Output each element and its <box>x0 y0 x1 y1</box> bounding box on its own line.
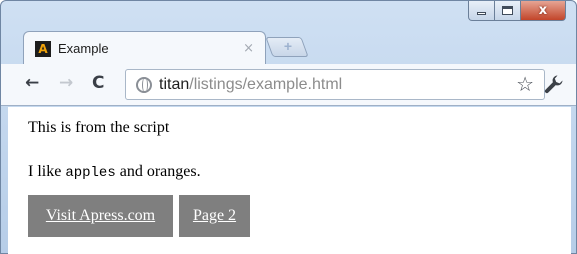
reload-icon[interactable]: C <box>92 75 104 92</box>
fruit-sentence: I like apples and oranges. <box>28 163 201 181</box>
close-window-button[interactable]: x <box>521 1 566 21</box>
globe-icon <box>136 77 152 93</box>
minimize-icon <box>477 12 486 15</box>
forward-arrow-icon[interactable]: → <box>59 75 73 92</box>
page-2-link[interactable]: Page 2 <box>179 195 250 237</box>
maximize-icon <box>502 6 513 15</box>
toolbar: ← → C titan/listings/example.html ☆ <box>1 64 576 106</box>
browser-window: x A Example × + ← → C titan/listings/exa… <box>0 0 577 254</box>
tab-example[interactable]: A Example × <box>23 31 266 65</box>
favicon-a-icon: A <box>35 40 51 57</box>
page-content: This is from the script I like apples an… <box>8 107 571 254</box>
address-bar[interactable]: titan/listings/example.html ☆ <box>125 69 545 100</box>
favicon-letter: A <box>38 41 48 56</box>
script-text: This is from the script <box>28 119 170 136</box>
code-apples: apples <box>65 165 116 181</box>
window-controls: x <box>468 1 566 21</box>
visit-apress-link[interactable]: Visit Apress.com <box>28 195 173 237</box>
new-tab-icon: + <box>283 38 293 54</box>
close-window-icon: x <box>538 3 548 18</box>
sentence-start: I like <box>28 163 66 180</box>
star-icon[interactable]: ☆ <box>516 74 534 94</box>
wrench-icon[interactable] <box>543 73 565 95</box>
url-host: titan <box>159 76 190 93</box>
back-arrow-icon[interactable]: ← <box>25 75 39 92</box>
maximize-button[interactable] <box>495 1 521 21</box>
url-text: titan/listings/example.html <box>159 76 342 94</box>
sentence-end: and oranges. <box>115 163 201 180</box>
close-icon[interactable]: × <box>243 41 254 56</box>
tab-title: Example <box>58 41 109 56</box>
url-path: /listings/example.html <box>189 76 343 93</box>
minimize-button[interactable] <box>468 1 495 21</box>
